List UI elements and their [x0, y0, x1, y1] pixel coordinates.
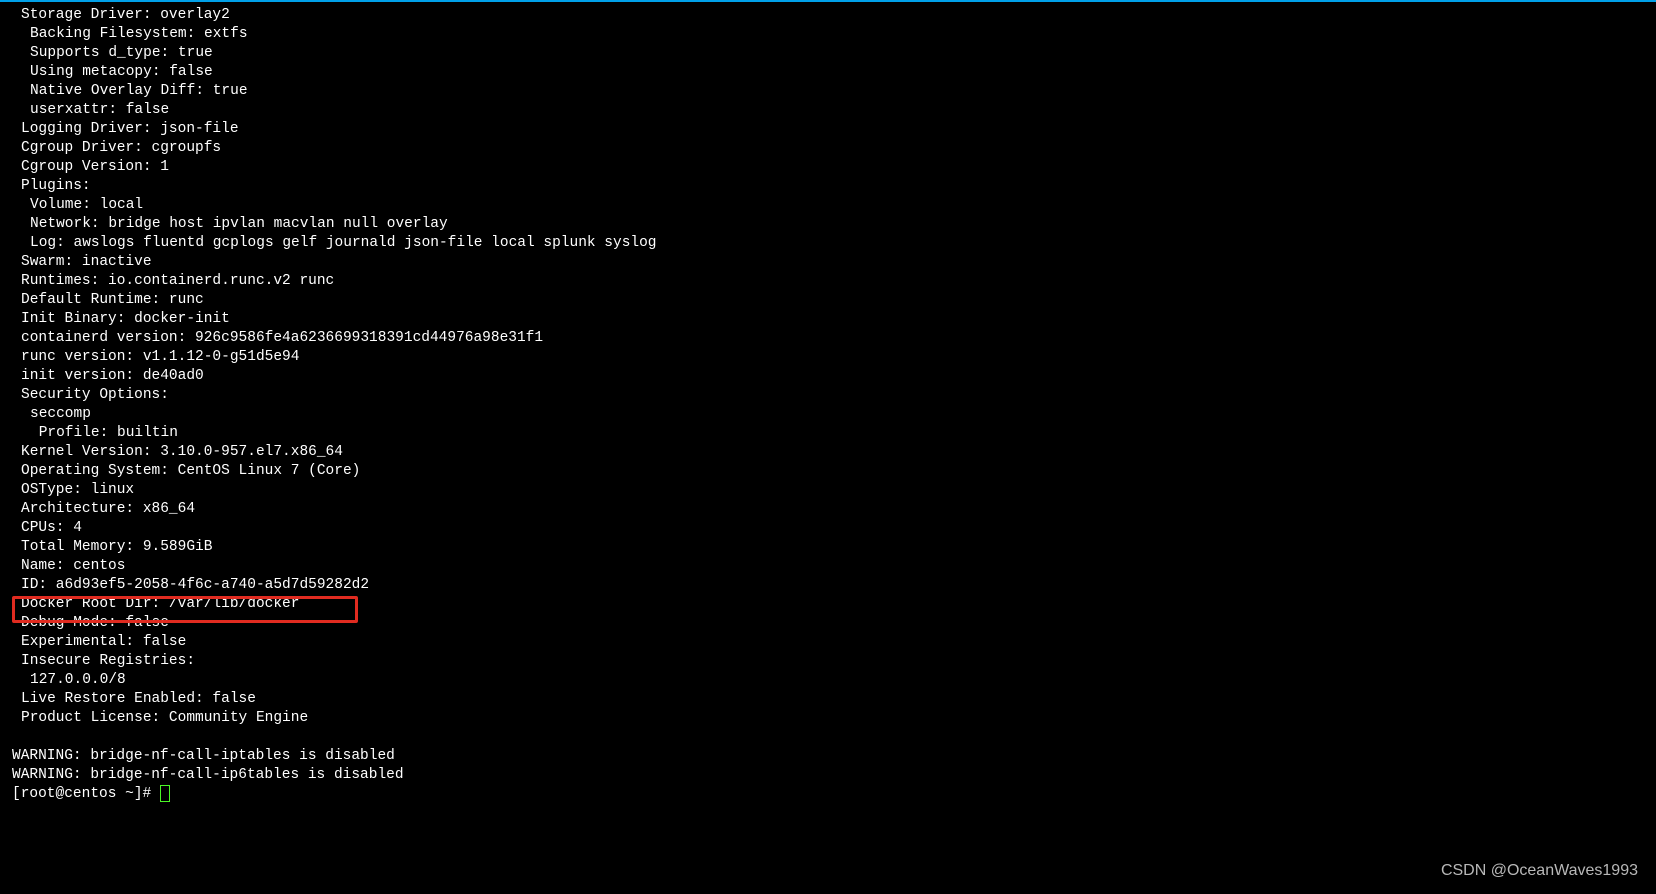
terminal-line: OSType: linux [12, 481, 1648, 500]
terminal-line: WARNING: bridge-nf-call-ip6tables is dis… [12, 766, 1648, 785]
terminal-line: userxattr: false [12, 101, 1648, 120]
terminal-line [12, 728, 1648, 747]
terminal-line: Cgroup Version: 1 [12, 158, 1648, 177]
terminal-output[interactable]: Storage Driver: overlay2Backing Filesyst… [12, 6, 1648, 804]
terminal-line: Docker Root Dir: /var/lib/docker [12, 595, 1648, 614]
terminal-line: CPUs: 4 [12, 519, 1648, 538]
terminal-line: ID: a6d93ef5-2058-4f6c-a740-a5d7d59282d2 [12, 576, 1648, 595]
terminal-line: Debug Mode: false [12, 614, 1648, 633]
terminal-line: Kernel Version: 3.10.0-957.el7.x86_64 [12, 443, 1648, 462]
terminal-line: Native Overlay Diff: true [12, 82, 1648, 101]
terminal-line: Live Restore Enabled: false [12, 690, 1648, 709]
terminal-line: Init Binary: docker-init [12, 310, 1648, 329]
cursor-icon [160, 785, 170, 802]
terminal-line: containerd version: 926c9586fe4a62366993… [12, 329, 1648, 348]
shell-prompt-text: [root@centos ~]# [12, 786, 160, 802]
window-top-border [0, 0, 1656, 2]
terminal-line: Experimental: false [12, 633, 1648, 652]
terminal-line: Default Runtime: runc [12, 291, 1648, 310]
terminal-line: Insecure Registries: [12, 652, 1648, 671]
terminal-line: Architecture: x86_64 [12, 500, 1648, 519]
terminal-line: init version: de40ad0 [12, 367, 1648, 386]
terminal-line: Profile: builtin [12, 424, 1648, 443]
terminal-line: Operating System: CentOS Linux 7 (Core) [12, 462, 1648, 481]
terminal-line: Network: bridge host ipvlan macvlan null… [12, 215, 1648, 234]
terminal-line: Product License: Community Engine [12, 709, 1648, 728]
terminal-line: Storage Driver: overlay2 [12, 6, 1648, 25]
terminal-line: Volume: local [12, 196, 1648, 215]
terminal-line: Using metacopy: false [12, 63, 1648, 82]
terminal-line: Total Memory: 9.589GiB [12, 538, 1648, 557]
terminal-line: 127.0.0.0/8 [12, 671, 1648, 690]
terminal-line: Security Options: [12, 386, 1648, 405]
shell-prompt[interactable]: [root@centos ~]# [12, 785, 1648, 804]
terminal-line: Plugins: [12, 177, 1648, 196]
terminal-line: Logging Driver: json-file [12, 120, 1648, 139]
terminal-line: Cgroup Driver: cgroupfs [12, 139, 1648, 158]
terminal-line: Name: centos [12, 557, 1648, 576]
terminal-line: Runtimes: io.containerd.runc.v2 runc [12, 272, 1648, 291]
terminal-line: seccomp [12, 405, 1648, 424]
terminal-line: WARNING: bridge-nf-call-iptables is disa… [12, 747, 1648, 766]
terminal-line: Log: awslogs fluentd gcplogs gelf journa… [12, 234, 1648, 253]
terminal-line: Swarm: inactive [12, 253, 1648, 272]
terminal-line: runc version: v1.1.12-0-g51d5e94 [12, 348, 1648, 367]
terminal-line: Supports d_type: true [12, 44, 1648, 63]
csdn-watermark: CSDN @OceanWaves1993 [1441, 861, 1638, 880]
terminal-line: Backing Filesystem: extfs [12, 25, 1648, 44]
